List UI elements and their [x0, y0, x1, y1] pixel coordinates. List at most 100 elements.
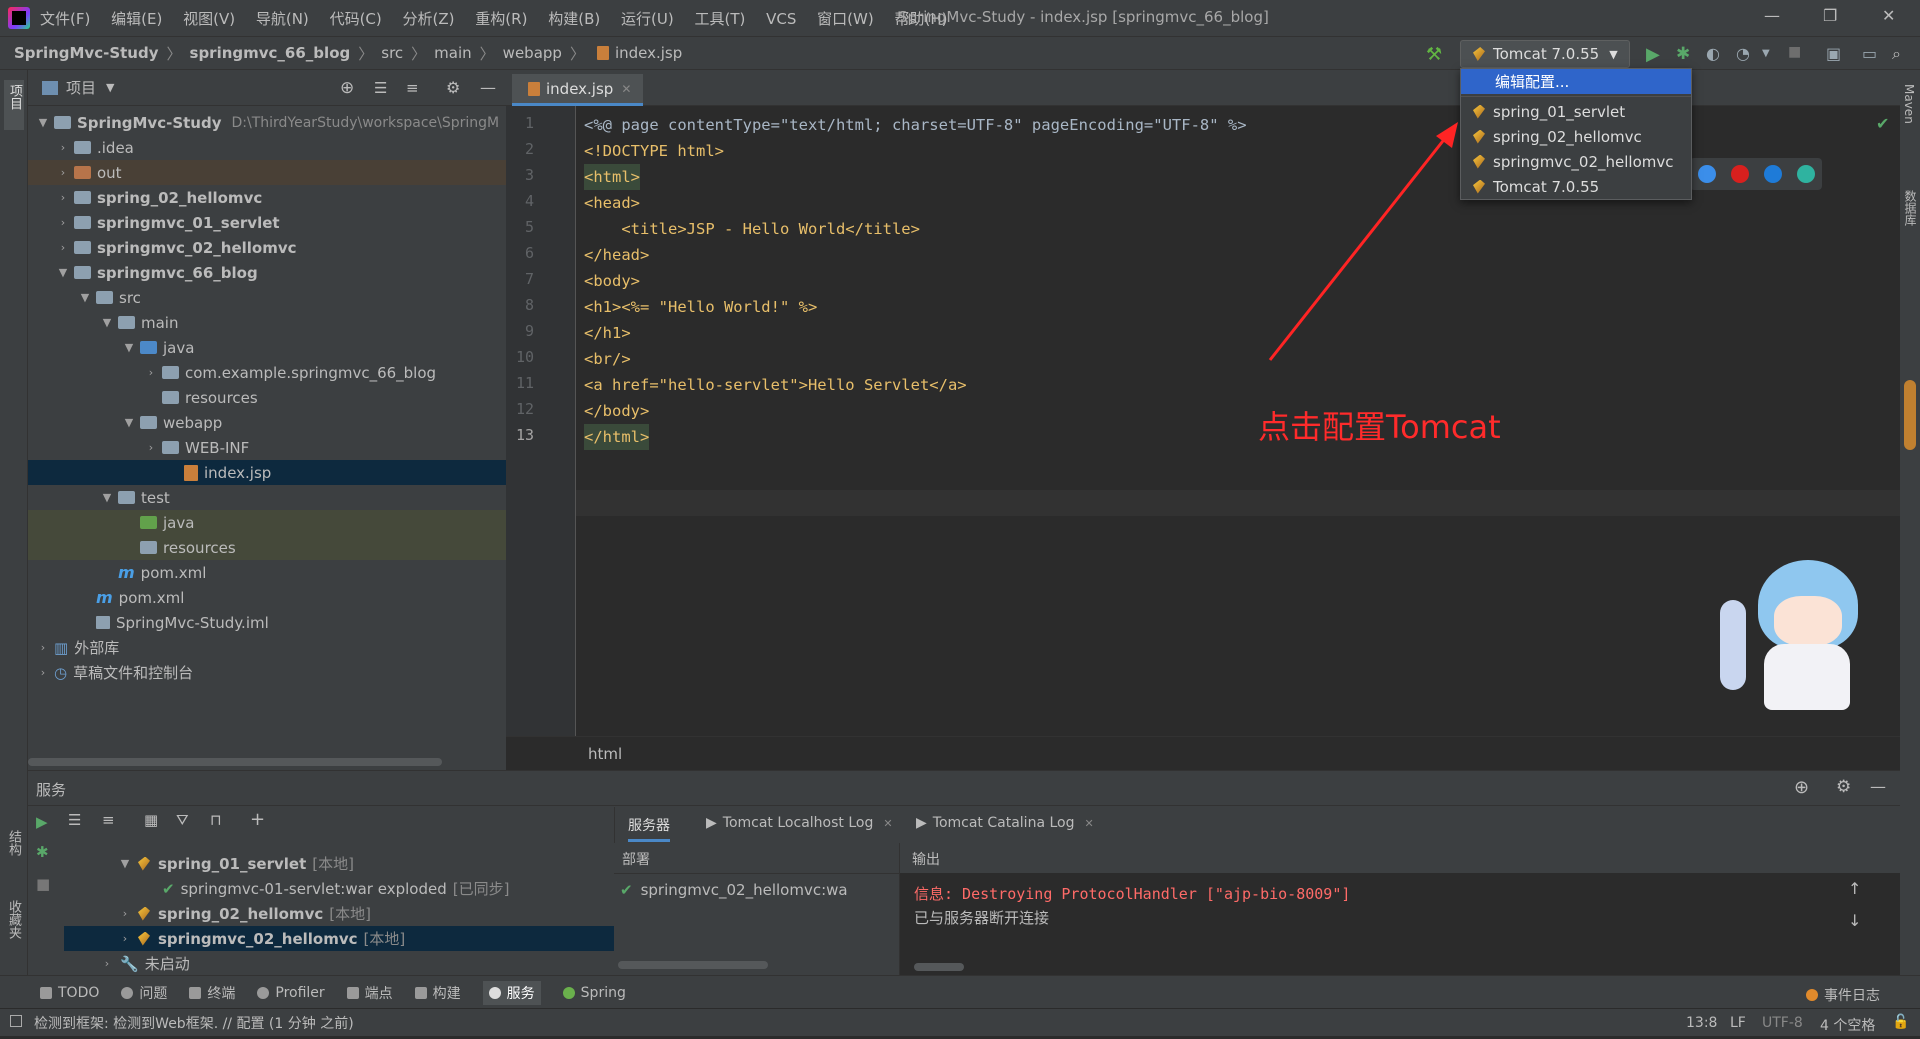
stop-icon[interactable]: ■ — [36, 875, 50, 893]
run-config-item[interactable]: Tomcat 7.0.55 — [1461, 174, 1691, 199]
tree-item[interactable]: ▼ src — [28, 285, 506, 310]
tab-localhost-log[interactable]: ▶ Tomcat Localhost Log ✕ — [706, 815, 893, 831]
gear-icon[interactable]: ⚙ — [446, 78, 460, 97]
tree-item[interactable]: › out — [28, 160, 506, 185]
menu-analyze[interactable]: 分析(Z) — [403, 10, 455, 28]
service-item-selected[interactable]: › springmvc_02_hellomvc [本地] — [64, 926, 630, 951]
collapse-all-icon[interactable]: ≡ — [102, 811, 115, 829]
structure-tool-tab[interactable]: 结构 — [4, 830, 23, 856]
restore-icon[interactable]: ❐ — [1823, 6, 1837, 25]
tool-tab-todo[interactable]: TODO — [40, 985, 99, 1001]
window-icon[interactable]: ▭ — [1862, 44, 1880, 63]
close-tab-icon[interactable]: ✕ — [1084, 817, 1093, 830]
status-message[interactable]: 检测到框架: 检测到Web框架. // 配置 (1 分钟 之前) — [34, 1013, 354, 1033]
deploy-item[interactable]: ✔ springmvc_02_hellomvc:wa — [620, 881, 848, 899]
edge-icon[interactable] — [1796, 165, 1815, 183]
tree-item[interactable]: resources — [28, 535, 506, 560]
project-structure-icon[interactable]: ▣ — [1826, 44, 1844, 63]
breadcrumb-item[interactable]: main — [434, 44, 471, 62]
locate-icon[interactable]: ⊕ — [1794, 777, 1809, 798]
close-tab-icon[interactable]: ✕ — [883, 817, 892, 830]
menu-build[interactable]: 构建(B) — [548, 10, 600, 28]
tree-item[interactable]: ▼ test — [28, 485, 506, 510]
run-config-item[interactable]: springmvc_02_hellomvc — [1461, 149, 1691, 174]
run-icon[interactable]: ▶ — [1646, 44, 1664, 65]
opera-icon[interactable] — [1730, 165, 1749, 183]
horizontal-scrollbar[interactable] — [914, 963, 964, 971]
hide-panel-icon[interactable]: — — [480, 78, 496, 97]
service-group[interactable]: › 🔧 未启动 — [100, 951, 190, 976]
arrow-up-icon[interactable]: ↑ — [1848, 879, 1861, 898]
safari-icon[interactable] — [1697, 165, 1716, 183]
stop-icon[interactable]: ■ — [1788, 44, 1806, 62]
line-separator[interactable]: LF — [1730, 1015, 1746, 1031]
menu-file[interactable]: 文件(F) — [40, 10, 90, 28]
favorites-tool-tab[interactable]: 收藏夹 — [4, 900, 23, 939]
build-hammer-icon[interactable]: ⚒ — [1426, 44, 1444, 65]
ie-icon[interactable] — [1763, 165, 1782, 183]
chevron-down-icon[interactable]: ▼ — [106, 81, 114, 94]
maven-tool-tab[interactable]: Maven — [1902, 84, 1916, 124]
editor-tab[interactable]: index.jsp ✕ — [512, 74, 644, 106]
breadcrumb-item[interactable]: SpringMvc-Study — [14, 44, 159, 62]
toggle-panels-icon[interactable] — [10, 1015, 22, 1027]
file-encoding[interactable]: UTF-8 — [1762, 1015, 1803, 1031]
expand-all-icon[interactable]: ☰ — [68, 811, 81, 829]
tree-item[interactable]: › ◷ 草稿文件和控制台 — [28, 660, 506, 685]
tree-item[interactable]: › ▥ 外部库 — [28, 635, 506, 660]
service-item[interactable]: › spring_02_hellomvc [本地] — [118, 901, 371, 926]
tree-item[interactable]: ▼ main — [28, 310, 506, 335]
editor-path[interactable]: html — [588, 745, 622, 763]
tree-item[interactable]: › com.example.springmvc_66_blog — [28, 360, 506, 385]
run-config-item[interactable]: spring_02_hellomvc — [1461, 124, 1691, 149]
tree-item[interactable]: resources — [28, 385, 506, 410]
tree-item[interactable]: › WEB-INF — [28, 435, 506, 460]
search-icon[interactable]: ⌕ — [1892, 44, 1910, 63]
debug-icon[interactable]: ✱ — [1676, 44, 1694, 64]
menu-code[interactable]: 代码(C) — [330, 10, 382, 28]
service-item[interactable]: ▼ spring_01_servlet [本地] — [118, 851, 354, 876]
tab-servers[interactable]: 服务器 — [628, 815, 670, 842]
debug-icon[interactable]: ✱ — [36, 843, 49, 861]
code-area[interactable]: <%@ page contentType="text/html; charset… — [576, 106, 1900, 736]
tree-item[interactable]: › springmvc_02_hellomvc — [28, 235, 506, 260]
close-icon[interactable]: ✕ — [1882, 6, 1895, 25]
tree-item[interactable]: SpringMvc-Study.iml — [28, 610, 506, 635]
tree-item[interactable]: › spring_02_hellomvc — [28, 185, 506, 210]
indent-setting[interactable]: 4 个空格 — [1820, 1015, 1875, 1035]
tree-item[interactable]: ▼ java — [28, 335, 506, 360]
collapse-all-icon[interactable]: ≡ — [406, 79, 419, 97]
artifact-item[interactable]: ✔ springmvc-01-servlet:war exploded [已同步] — [162, 876, 509, 901]
breadcrumb-item[interactable]: springmvc_66_blog — [190, 44, 351, 62]
menu-run[interactable]: 运行(U) — [621, 10, 674, 28]
tool-tab-build[interactable]: 构建 — [414, 983, 461, 1003]
menu-vcs[interactable]: VCS — [766, 10, 796, 28]
tree-item[interactable]: java — [28, 510, 506, 535]
tree-item[interactable]: ▼ SpringMvc-Study D:\ThirdYearStudy\worksp… — [28, 110, 506, 135]
cursor-position[interactable]: 13:8 — [1686, 1015, 1717, 1031]
menu-refactor[interactable]: 重构(R) — [475, 10, 527, 28]
run-config-item[interactable]: spring_01_servlet — [1461, 99, 1691, 124]
add-icon[interactable]: + — [250, 809, 265, 830]
tree-item[interactable]: › .idea — [28, 135, 506, 160]
tree-item[interactable]: m pom.xml — [28, 560, 506, 585]
close-tab-icon[interactable]: ✕ — [621, 82, 631, 96]
breadcrumb-item[interactable]: webapp — [503, 44, 562, 62]
tree-item[interactable]: ▼ webapp — [28, 410, 506, 435]
project-tool-tab[interactable]: 项目 — [4, 80, 24, 130]
locate-icon[interactable]: ⊕ — [340, 78, 354, 98]
tool-tab-services[interactable]: 服务 — [482, 981, 541, 1005]
menu-view[interactable]: 视图(V) — [183, 10, 235, 28]
coverage-icon[interactable]: ◐ — [1706, 44, 1724, 63]
new-tab-icon[interactable]: ⊓ — [210, 811, 222, 829]
minimize-icon[interactable]: — — [1764, 6, 1780, 25]
tool-tab-terminal[interactable]: 终端 — [189, 983, 235, 1003]
horizontal-scrollbar[interactable] — [28, 758, 442, 766]
tool-tab-spring[interactable]: Spring — [562, 985, 626, 1001]
tree-item[interactable]: › springmvc_01_servlet — [28, 210, 506, 235]
event-log-tab[interactable]: 事件日志 — [1806, 985, 1880, 1005]
tool-tab-endpoints[interactable]: 端点 — [346, 983, 393, 1003]
lock-icon[interactable]: 🔓 — [1892, 1014, 1909, 1030]
more-run-icon[interactable]: ▼ — [1762, 48, 1780, 66]
edit-configurations-item[interactable]: 编辑配置... — [1461, 69, 1691, 94]
